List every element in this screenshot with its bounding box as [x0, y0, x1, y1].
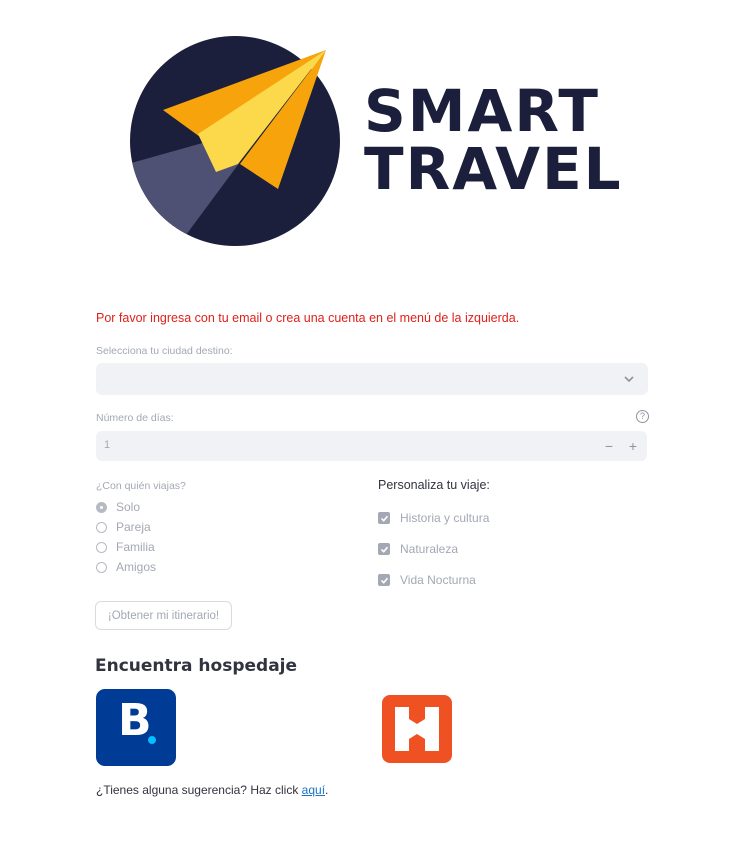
booking-logo-link[interactable]: B	[96, 689, 176, 766]
radio-option-pareja[interactable]: Pareja	[96, 519, 151, 535]
hostelworld-logo-link[interactable]	[382, 695, 452, 763]
radio-option-familia[interactable]: Familia	[96, 539, 155, 555]
radio-option-amigos[interactable]: Amigos	[96, 559, 156, 575]
destination-select[interactable]	[96, 363, 648, 395]
checkmark-icon	[378, 574, 390, 586]
days-label: Número de días:	[96, 412, 174, 424]
feedback-link[interactable]: aquí	[302, 783, 325, 797]
checkbox-vida-nocturna[interactable]: Vida Nocturna	[378, 572, 476, 588]
radio-selected-icon	[96, 501, 107, 513]
checkbox-label: Naturaleza	[400, 542, 459, 556]
booking-letter: B	[118, 695, 152, 746]
feedback-prefix: ¿Tienes alguna sugerencia? Haz click	[96, 783, 302, 797]
customize-label: Personaliza tu viaje:	[378, 478, 490, 492]
booking-dot-icon	[148, 736, 156, 744]
decrement-button[interactable]: −	[599, 437, 619, 455]
checkmark-icon	[378, 512, 390, 524]
get-itinerary-button[interactable]: ¡Obtener mi itinerario!	[95, 601, 232, 630]
login-warning: Por favor ingresa con tu email o crea un…	[96, 311, 520, 325]
brand-title-line2: TRAVEL	[364, 135, 623, 203]
radio-option-solo[interactable]: Solo	[96, 499, 140, 515]
increment-button[interactable]: +	[623, 437, 643, 455]
checkbox-label: Historia y cultura	[400, 511, 490, 525]
smart-travel-logo	[130, 36, 340, 246]
lodging-heading: Encuentra hospedaje	[95, 656, 298, 676]
destination-label: Selecciona tu ciudad destino:	[96, 345, 233, 357]
companion-label: ¿Con quién viajas?	[96, 480, 186, 492]
radio-label: Pareja	[116, 520, 151, 534]
chevron-down-icon	[624, 376, 634, 383]
radio-label: Solo	[116, 500, 141, 514]
radio-label: Amigos	[116, 560, 157, 574]
brand-title-line1: SMART	[364, 77, 600, 145]
checkbox-naturaleza[interactable]: Naturaleza	[378, 541, 458, 557]
checkbox-historia[interactable]: Historia y cultura	[378, 510, 489, 526]
radio-icon	[96, 541, 107, 553]
hostelworld-h-icon	[395, 707, 439, 751]
help-icon[interactable]: ?	[636, 410, 649, 423]
checkbox-label: Vida Nocturna	[400, 573, 476, 587]
radio-icon	[96, 521, 107, 533]
feedback-text: ¿Tienes alguna sugerencia? Haz click aqu…	[96, 783, 328, 797]
radio-icon	[96, 561, 107, 573]
feedback-suffix: .	[325, 783, 329, 797]
days-number-input[interactable]: 1 − +	[96, 431, 647, 461]
radio-label: Familia	[116, 540, 155, 554]
days-value: 1	[104, 439, 111, 451]
checkmark-icon	[378, 543, 390, 555]
